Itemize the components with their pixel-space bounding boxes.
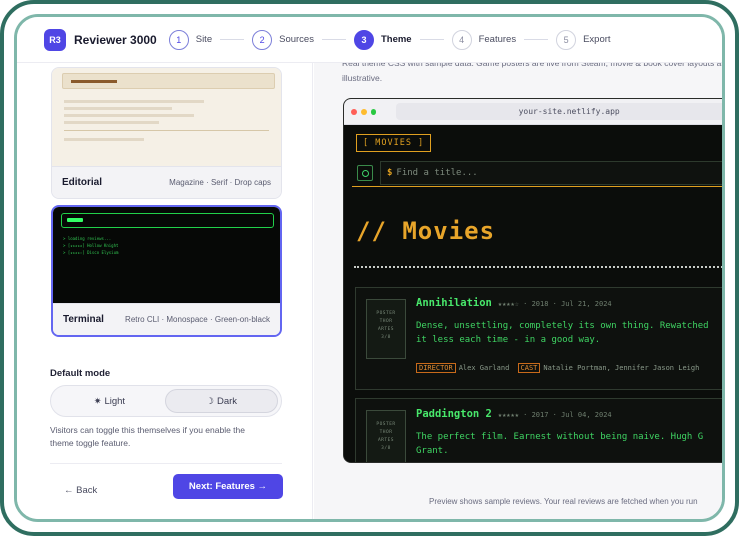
step-number: 3 [353, 29, 374, 50]
step-sources[interactable]: 2 Sources [252, 29, 314, 50]
step-site[interactable]: 1 Site [168, 29, 213, 50]
editorial-preview-thumbnail [52, 68, 281, 166]
theme-preview-pane: Real theme CSS with sample data. Game po… [314, 63, 722, 519]
dotted-divider [354, 266, 722, 268]
review-text: The perfect film. Earnest without being … [416, 432, 704, 456]
step-connector [419, 39, 444, 40]
preview-footnote: Preview shows sample reviews. Your real … [429, 497, 698, 506]
review-title: Annihilation ★★★★☆ · 2018 · Jul 21, 2024 [416, 297, 612, 309]
search-row: $ Find a title... [352, 159, 722, 187]
divider [50, 463, 282, 464]
step-theme[interactable]: 3 Theme [353, 29, 412, 50]
back-button[interactable]: ← Back [64, 485, 97, 496]
theme-card-footer: Terminal Retro CLI · Monospace · Green-o… [53, 303, 280, 335]
mode-help-text: Visitors can toggle this themselves if y… [50, 425, 245, 448]
editorial-preview-header [62, 73, 275, 89]
step-label: Sources [279, 34, 314, 45]
close-dot-icon [351, 108, 357, 115]
review-meta: ★★★★★ · 2017 · Jul 04, 2024 [497, 411, 612, 419]
search-placeholder: Find a title... [396, 168, 478, 178]
theme-tags: Magazine · Serif · Drop caps [169, 178, 271, 187]
site-page-title: // Movies [356, 217, 496, 245]
review-text: Dense, unsettling, completely its own th… [416, 321, 709, 345]
preview-site: [ MOVIES ] $ Find a title... // Movies P… [344, 125, 722, 462]
step-connector [220, 39, 245, 40]
step-number: 2 [252, 29, 273, 50]
terminal-preview-line: > loading reviews... [63, 236, 112, 241]
theme-name: Editorial [62, 177, 103, 188]
next-features-button[interactable]: Next: Features → [173, 474, 283, 499]
prompt-symbol: $ [387, 168, 393, 178]
section-tag: [ MOVIES ] [356, 134, 432, 152]
sun-icon: ✷ [93, 395, 102, 406]
search-icon [357, 165, 373, 181]
poster-placeholder: POSTER THOR ARTES 3/8 [366, 410, 406, 462]
brand-logo: R3 [44, 28, 66, 51]
app-window: R3 Reviewer 3000 1 Site 2 Sources 3 Them… [14, 14, 725, 522]
terminal-preview-input [61, 213, 274, 228]
dark-mode-option[interactable]: ☽ Dark [165, 389, 278, 413]
theme-card-footer: Editorial Magazine · Serif · Drop caps [52, 166, 281, 198]
step-label: Features [478, 34, 517, 45]
review-title: Paddington 2 ★★★★★ · 2017 · Jul 04, 2024 [416, 408, 612, 420]
terminal-preview-thumbnail: > loading reviews... > [★★★★★] Hollow Kn… [53, 207, 280, 303]
theme-card-terminal[interactable]: > loading reviews... > [★★★★★] Hollow Kn… [51, 205, 282, 337]
terminal-preview-line: > [★★★★☆] Disco Elysium [63, 250, 119, 255]
mode-label: Dark [217, 395, 238, 407]
minimize-dot-icon [360, 108, 367, 115]
review-card[interactable]: POSTER THOR ARTES 3/8 Paddington 2 ★★★★★ … [355, 398, 722, 462]
step-number: 1 [168, 29, 189, 50]
step-label: Site [195, 34, 213, 45]
theme-tags: Retro CLI · Monospace · Green-on-black [125, 315, 270, 324]
poster-placeholder: POSTER THOR ARTES 3/8 [366, 299, 406, 359]
theme-sidebar: Editorial Magazine · Serif · Drop caps >… [17, 63, 313, 519]
review-card[interactable]: POSTER THOR ARTES 3/8 Annihilation ★★★★☆ … [355, 287, 722, 390]
brand-name: Reviewer 3000 [74, 32, 157, 47]
step-label: Theme [380, 34, 412, 45]
step-label: Export [583, 34, 611, 45]
step-connector [321, 39, 346, 40]
search-input[interactable]: $ Find a title... [380, 161, 722, 185]
mode-label: Light [104, 395, 126, 407]
step-connector [524, 39, 549, 40]
wizard-header: R3 Reviewer 3000 1 Site 2 Sources 3 Them… [17, 17, 722, 63]
device-frame: R3 Reviewer 3000 1 Site 2 Sources 3 Them… [0, 0, 739, 536]
review-credits: DIRECTOR Alex Garland CAST Natalie Portman… [416, 363, 699, 373]
terminal-preview-line: > [★★★★★] Hollow Knight [63, 243, 119, 248]
light-mode-option[interactable]: ✷ Light [54, 389, 165, 413]
maximize-dot-icon [370, 108, 377, 115]
step-number: 5 [556, 29, 577, 50]
theme-card-editorial[interactable]: Editorial Magazine · Serif · Drop caps [51, 67, 282, 199]
step-features[interactable]: 4 Features [451, 29, 517, 50]
step-export[interactable]: 5 Export [556, 29, 611, 50]
moon-icon: ☽ [205, 395, 214, 406]
step-number: 4 [451, 29, 472, 50]
review-meta: ★★★★☆ · 2018 · Jul 21, 2024 [497, 300, 612, 308]
default-mode-label: Default mode [50, 368, 111, 379]
theme-name: Terminal [63, 314, 104, 325]
url-bar: your-site.netlify.app [396, 103, 722, 120]
wizard-steps: 1 Site 2 Sources 3 Theme 4 Features 5 Ex… [168, 29, 611, 50]
browser-preview: your-site.netlify.app [ MOVIES ] $ Find … [343, 98, 722, 463]
browser-chrome: your-site.netlify.app [344, 99, 722, 125]
preview-intro-text: Real theme CSS with sample data. Game po… [342, 63, 722, 83]
default-mode-toggle: ✷ Light ☽ Dark [50, 385, 282, 417]
